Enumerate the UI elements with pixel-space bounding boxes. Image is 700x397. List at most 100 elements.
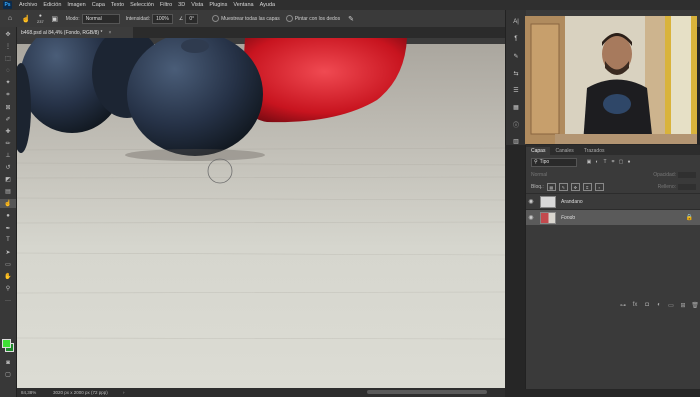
zoom-level[interactable]: 84,38% <box>17 390 53 395</box>
layer-filter-select[interactable]: ⚲ Tipo <box>531 157 577 167</box>
libraries-panel-icon[interactable]: ▦ <box>506 102 526 112</box>
menu-item-imagen[interactable]: Imagen <box>64 2 88 8</box>
properties-panel-icon[interactable]: ☰ <box>506 85 526 95</box>
foreground-color-swatch[interactable] <box>2 339 11 348</box>
gradient-tool-icon[interactable]: ▤ <box>0 187 16 196</box>
opacity-input[interactable] <box>678 172 696 178</box>
angle-input[interactable]: 0° <box>185 13 199 24</box>
eraser-tool-icon[interactable]: ◩ <box>0 175 16 184</box>
marquee-tool-icon[interactable]: ⬚ <box>0 54 16 63</box>
layer-style-icon[interactable]: fx <box>629 302 641 308</box>
frame-tool-icon[interactable]: ⊠ <box>0 103 16 112</box>
artboard-tool-icon[interactable]: ⋮ <box>0 42 16 51</box>
layer-row-selected[interactable]: ◉ Fondo 🔒 <box>526 209 700 225</box>
type-tool-icon[interactable]: T <box>0 236 16 245</box>
lock-pixels-icon[interactable]: ✎ <box>558 183 568 191</box>
new-layer-icon[interactable]: ⊞ <box>677 302 689 309</box>
quick-mask-icon[interactable]: ◙ <box>0 358 16 367</box>
document-tabs: b468.psd al 84,4% (Fondo, RGB/8) * × <box>17 27 505 38</box>
move-tool-icon[interactable]: ✥ <box>0 30 16 39</box>
adjustment-filter-icon[interactable]: ◐ <box>593 159 601 165</box>
history-brush-tool-icon[interactable]: ↺ <box>0 163 16 172</box>
menu-item-filtro[interactable]: Filtro <box>157 2 175 8</box>
filter-toggle-icon[interactable]: ● <box>625 159 633 165</box>
menu-item-3d[interactable]: 3D <box>175 2 188 8</box>
finger-paint-option[interactable]: Pintar con los dedos <box>285 15 340 22</box>
new-group-icon[interactable]: ▭ <box>665 302 677 309</box>
smudge-tool-icon[interactable]: ☝ <box>21 14 31 24</box>
more-tools-icon[interactable]: ··· <box>0 296 16 305</box>
lock-all-icon[interactable]: ▪ <box>594 183 604 191</box>
hand-tool-icon[interactable]: ✋ <box>0 272 16 281</box>
smudge-tool-icon-active[interactable]: ☝ <box>0 199 16 209</box>
menu-item-archivo[interactable]: Archivo <box>16 2 40 8</box>
eyedropper-tool-icon[interactable]: ✐ <box>0 115 16 124</box>
shape-tool-icon[interactable]: ▭ <box>0 260 16 269</box>
dodge-tool-icon[interactable]: ● <box>0 212 16 221</box>
crop-tool-icon[interactable]: ⌗ <box>0 91 16 100</box>
horizontal-scrollbar[interactable] <box>367 390 487 394</box>
menu-item-vista[interactable]: Vista <box>188 2 206 8</box>
zoom-tool-icon[interactable]: ⚲ <box>0 284 16 293</box>
pen-tool-icon[interactable]: ✒ <box>0 224 16 233</box>
adjustments-panel-icon[interactable]: ⇆ <box>506 68 526 78</box>
path-select-tool-icon[interactable]: ➤ <box>0 248 16 257</box>
histogram-panel-icon[interactable]: ▥ <box>506 136 526 146</box>
smart-object-filter-icon[interactable]: ▢ <box>617 159 625 165</box>
sample-all-checkbox[interactable] <box>212 15 220 22</box>
menu-item-plugins[interactable]: Plugins <box>206 2 230 8</box>
menu-item-edicion[interactable]: Edición <box>40 2 64 8</box>
angle-icon: ∠ <box>178 15 184 22</box>
menu-item-seleccion[interactable]: Selección <box>127 2 157 8</box>
quick-select-tool-icon[interactable]: ✦ <box>0 78 16 87</box>
screen-mode-icon[interactable]: ▢ <box>0 370 16 379</box>
document-tab[interactable]: b468.psd al 84,4% (Fondo, RGB/8) * × <box>17 27 133 38</box>
fill-input[interactable] <box>678 184 696 190</box>
home-icon[interactable]: ⌂ <box>5 14 15 24</box>
lock-position-icon[interactable]: ✥ <box>570 183 580 191</box>
layer-thumbnail <box>540 195 556 208</box>
blend-mode-select[interactable]: Normal <box>531 172 547 178</box>
new-adjustment-icon[interactable]: ◐ <box>653 302 665 308</box>
link-layers-icon[interactable]: ⊶ <box>617 302 629 309</box>
clone-stamp-tool-icon[interactable]: ⊥ <box>0 151 16 160</box>
character-panel-icon[interactable]: A| <box>506 17 526 27</box>
sample-all-layers-option[interactable]: Muestrear todas las capas <box>212 15 280 22</box>
type-filter-icon[interactable]: T <box>601 159 609 165</box>
tab-paths[interactable]: Trazados <box>579 147 610 155</box>
tab-channels[interactable]: Canales <box>550 147 578 155</box>
menu-item-capa[interactable]: Capa <box>89 2 108 8</box>
brush-settings-icon[interactable]: ▣ <box>50 14 60 24</box>
add-mask-icon[interactable]: ◘ <box>641 302 653 308</box>
document-info[interactable]: 3020 px x 2000 px (72 ppp) <box>53 390 123 395</box>
layer-name[interactable]: Arandano <box>561 199 583 205</box>
layer-row[interactable]: ◉ Arandano <box>526 193 700 209</box>
healing-brush-tool-icon[interactable]: ✚ <box>0 127 16 136</box>
pressure-icon[interactable]: ✎ <box>346 14 356 24</box>
close-tab-icon[interactable]: × <box>108 30 111 36</box>
brush-settings-panel-icon[interactable]: ✎ <box>506 51 526 61</box>
finger-paint-checkbox[interactable] <box>285 15 293 22</box>
paragraph-panel-icon[interactable]: ¶ <box>506 34 526 44</box>
lasso-tool-icon[interactable]: ◌ <box>0 66 16 75</box>
layer-name[interactable]: Fondo <box>561 215 575 221</box>
menu-item-texto[interactable]: Texto <box>108 2 127 8</box>
delete-layer-icon[interactable]: 🗑 <box>689 302 700 309</box>
brush-tool-icon[interactable]: ✏ <box>0 139 16 148</box>
menu-item-ayuda[interactable]: Ayuda <box>257 2 279 8</box>
info-panel-icon[interactable]: ⓘ <box>506 119 526 129</box>
pixel-filter-icon[interactable]: ▣ <box>585 159 593 165</box>
brush-preset-picker[interactable]: ● 237 <box>37 13 44 24</box>
intensity-input[interactable]: 100% <box>152 13 173 24</box>
visibility-eye-icon[interactable]: ◉ <box>526 214 536 221</box>
mode-select[interactable]: Normal <box>81 13 120 24</box>
tab-layers[interactable]: Capas <box>526 147 551 155</box>
sample-all-label: Muestrear todas las capas <box>221 15 280 22</box>
document-canvas[interactable] <box>17 38 505 388</box>
shape-filter-icon[interactable]: ⌗ <box>609 159 617 165</box>
lock-transparent-icon[interactable]: ▦ <box>546 183 556 191</box>
lock-artboard-icon[interactable]: ⌗ <box>582 183 592 191</box>
menu-item-ventana[interactable]: Ventana <box>230 2 256 8</box>
visibility-eye-icon[interactable]: ◉ <box>526 198 536 205</box>
status-menu-arrow[interactable]: › <box>123 390 143 395</box>
